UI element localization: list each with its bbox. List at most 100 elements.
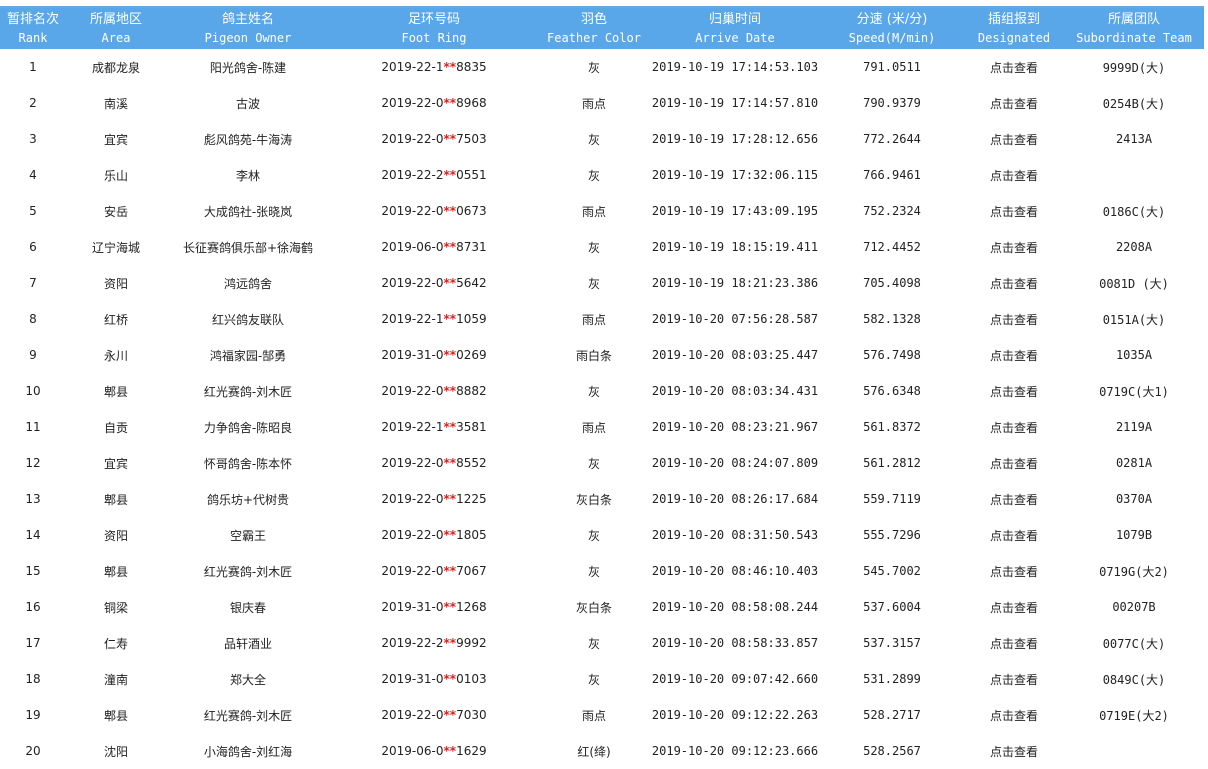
cell-speed: 772.2644 xyxy=(863,132,921,146)
table-row: 14 资阳 空霸王 2019-22-0**1805 灰 2019-10-20 08:31:… xyxy=(0,517,1204,553)
cell-foot-ring: 2019-22-0**8552 xyxy=(330,445,538,481)
cell-arrive-date: 2019-10-20 08:03:25.447 xyxy=(651,348,819,362)
ring-suffix: 8835 xyxy=(456,60,487,74)
ring-mask: ** xyxy=(443,132,457,146)
ring-prefix: 2019-22-0 xyxy=(381,96,444,110)
view-designated-link[interactable]: 点击查看 xyxy=(990,241,1038,255)
cell-speed: 790.9379 xyxy=(863,96,921,110)
ring-mask: ** xyxy=(443,744,457,758)
cell-owner: 空霸王 xyxy=(229,528,266,543)
cell-rank: 4 xyxy=(29,168,37,182)
cell-owner: 力争鸽舍-陈昭良 xyxy=(203,420,293,435)
view-designated-link[interactable]: 点击查看 xyxy=(990,673,1038,687)
view-designated-link[interactable]: 点击查看 xyxy=(990,97,1038,111)
view-designated-link[interactable]: 点击查看 xyxy=(990,637,1038,651)
cell-feather-color: 灰 xyxy=(587,456,600,471)
view-designated-link[interactable]: 点击查看 xyxy=(990,61,1038,75)
ring-mask: ** xyxy=(443,636,457,650)
ring-suffix: 0269 xyxy=(456,348,487,362)
view-designated-link[interactable]: 点击查看 xyxy=(990,457,1038,471)
ring-prefix: 2019-22-0 xyxy=(381,384,444,398)
ring-prefix: 2019-31-0 xyxy=(381,348,444,362)
cell-foot-ring: 2019-22-2**0551 xyxy=(330,157,538,193)
cell-feather-color: 灰 xyxy=(587,672,600,687)
cell-area: 宜宾 xyxy=(103,132,128,147)
cell-team: 9999D(大) xyxy=(1102,60,1166,75)
ring-mask: ** xyxy=(443,492,457,506)
cell-owner: 红光赛鸽-刘木匠 xyxy=(203,384,293,399)
view-designated-link[interactable]: 点击查看 xyxy=(990,745,1038,759)
ring-mask: ** xyxy=(443,672,457,686)
ring-mask: ** xyxy=(443,168,457,182)
cell-owner: 红兴鸽友联队 xyxy=(211,312,284,327)
cell-foot-ring: 2019-22-0**0673 xyxy=(330,193,538,229)
ring-mask: ** xyxy=(443,312,457,326)
cell-foot-ring: 2019-22-2**9992 xyxy=(330,625,538,661)
cell-feather-color: 雨点 xyxy=(581,708,606,723)
table-row: 1 成都龙泉 阳光鸽舍-陈建 2019-22-1**8835 灰 2019-10-19 1… xyxy=(0,49,1204,85)
cell-team: 0849C(大) xyxy=(1102,672,1166,687)
cell-rank: 3 xyxy=(29,132,37,146)
cell-rank: 10 xyxy=(25,384,41,398)
view-designated-link[interactable]: 点击查看 xyxy=(990,421,1038,435)
ring-suffix: 1805 xyxy=(456,528,487,542)
cell-team: 0081D (大) xyxy=(1099,276,1169,291)
header-feather-color: 羽色 Feather Color xyxy=(547,11,641,45)
ring-suffix: 1629 xyxy=(456,744,487,758)
header-team: 所属团队 Subordinate Team xyxy=(1076,11,1192,45)
ring-suffix: 0103 xyxy=(456,672,487,686)
cell-arrive-date: 2019-10-19 17:43:09.195 xyxy=(651,204,819,218)
table-row: 5 安岳 大成鸽社-张晓岚 2019-22-0**0673 雨点 2019-10-19 1… xyxy=(0,193,1204,229)
view-designated-link[interactable]: 点击查看 xyxy=(990,709,1038,723)
cell-team: 2413A xyxy=(1115,132,1153,146)
cell-feather-color: 灰白条 xyxy=(575,600,612,615)
table-row: 20 沈阳 小海鸽舍-刘红海 2019-06-0**1629 红(绛) 2019-10-2… xyxy=(0,733,1204,769)
cell-speed: 555.7296 xyxy=(863,528,921,542)
cell-team: 00207B xyxy=(1112,600,1156,614)
view-designated-link[interactable]: 点击查看 xyxy=(990,601,1038,615)
table-body: 1 成都龙泉 阳光鸽舍-陈建 2019-22-1**8835 灰 2019-10-19 1… xyxy=(0,49,1204,769)
header-arrive-date: 归巢时间 Arrive Date xyxy=(695,11,775,45)
cell-owner: 古波 xyxy=(235,96,260,111)
cell-team: 0077C(大) xyxy=(1102,636,1166,651)
header-owner: 鸽主姓名 Pigeon Owner xyxy=(204,11,292,45)
cell-owner: 鸿福家园-郜勇 xyxy=(209,348,287,363)
cell-foot-ring: 2019-22-1**3581 xyxy=(330,409,538,445)
view-designated-link[interactable]: 点击查看 xyxy=(990,313,1038,327)
cell-owner: 鸿远鸽舍 xyxy=(223,276,272,291)
ring-prefix: 2019-22-0 xyxy=(381,492,444,506)
view-designated-link[interactable]: 点击查看 xyxy=(990,493,1038,507)
cell-foot-ring: 2019-22-0**8882 xyxy=(330,373,538,409)
cell-arrive-date: 2019-10-20 08:46:10.403 xyxy=(651,564,819,578)
view-designated-link[interactable]: 点击查看 xyxy=(990,529,1038,543)
view-designated-link[interactable]: 点击查看 xyxy=(990,349,1038,363)
view-designated-link[interactable]: 点击查看 xyxy=(990,565,1038,579)
view-designated-link[interactable]: 点击查看 xyxy=(990,133,1038,147)
ring-suffix: 1059 xyxy=(456,312,487,326)
cell-rank: 13 xyxy=(25,492,41,506)
cell-area: 资阳 xyxy=(103,276,128,291)
cell-foot-ring: 2019-31-0**0269 xyxy=(330,337,538,373)
view-designated-link[interactable]: 点击查看 xyxy=(990,205,1038,219)
table-row: 16 铜梁 银庆春 2019-31-0**1268 灰白条 2019-10-20 08:5… xyxy=(0,589,1204,625)
view-designated-link[interactable]: 点击查看 xyxy=(990,277,1038,291)
cell-feather-color: 灰 xyxy=(587,636,600,651)
cell-designated: 点击查看 xyxy=(964,589,1064,625)
cell-speed: 528.2717 xyxy=(863,708,921,722)
cell-team: 2119A xyxy=(1115,420,1153,434)
cell-team: 1079B xyxy=(1115,528,1153,542)
ring-prefix: 2019-22-0 xyxy=(381,204,444,218)
ring-suffix: 7503 xyxy=(456,132,487,146)
ring-suffix: 8731 xyxy=(456,240,487,254)
cell-feather-color: 灰 xyxy=(587,132,600,147)
cell-designated: 点击查看 xyxy=(964,553,1064,589)
cell-area: 红桥 xyxy=(103,312,128,327)
cell-arrive-date: 2019-10-20 09:12:23.666 xyxy=(651,744,819,758)
header-area: 所属地区 Area xyxy=(89,11,142,45)
cell-designated: 点击查看 xyxy=(964,481,1064,517)
cell-feather-color: 灰 xyxy=(587,276,600,291)
view-designated-link[interactable]: 点击查看 xyxy=(990,385,1038,399)
cell-designated: 点击查看 xyxy=(964,301,1064,337)
view-designated-link[interactable]: 点击查看 xyxy=(990,169,1038,183)
cell-designated: 点击查看 xyxy=(964,517,1064,553)
